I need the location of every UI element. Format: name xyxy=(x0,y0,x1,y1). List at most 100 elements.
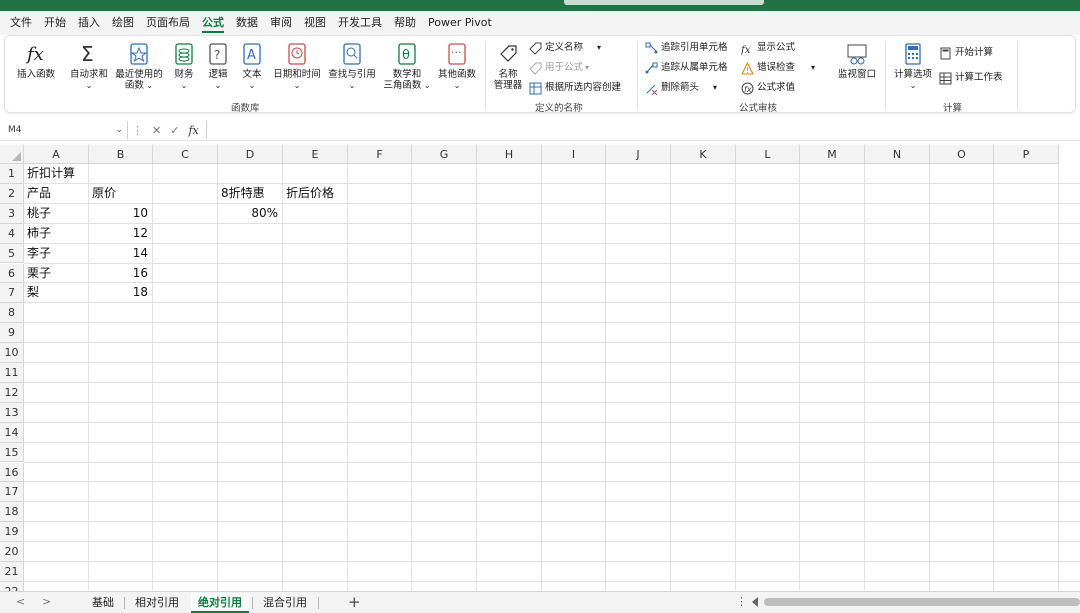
tab-developer[interactable]: 开发工具 xyxy=(338,11,382,35)
watch-window-button[interactable]: 监视窗口 xyxy=(833,42,881,80)
cell-a5[interactable]: 李子 xyxy=(27,244,51,263)
select-all-button[interactable] xyxy=(0,145,24,164)
trace-precedents-button[interactable]: 追踪引用单元格 xyxy=(645,41,728,55)
remove-arrows-button[interactable]: 删除箭头 ▾ xyxy=(645,81,717,95)
trace-dependents-button[interactable]: 追踪从属单元格 xyxy=(645,61,728,75)
sheet-tab-absolute[interactable]: 绝对引用 xyxy=(191,593,249,613)
show-formulas-button[interactable]: fx 显示公式 xyxy=(741,41,795,55)
tab-splitter-icon[interactable]: ⋮ xyxy=(736,595,747,608)
recently-used-button[interactable]: 最近使用的 函数 ⌄ xyxy=(113,42,165,91)
text-functions-button[interactable]: A 文本 ⌄ xyxy=(235,42,269,91)
cell-d3[interactable]: 80% xyxy=(221,204,278,223)
tab-home[interactable]: 开始 xyxy=(44,11,66,35)
name-manager-button[interactable]: 名称 管理器 xyxy=(489,42,527,91)
calculation-options-button[interactable]: 计算选项 ⌄ xyxy=(889,42,937,91)
insert-function-icon[interactable]: fx xyxy=(188,124,198,137)
tab-help[interactable]: 帮助 xyxy=(394,11,416,35)
row-header-17[interactable]: 17 xyxy=(0,482,24,503)
row-header-2[interactable]: 2 xyxy=(0,183,24,204)
cancel-icon[interactable]: ✕ xyxy=(152,124,161,137)
row-header-10[interactable]: 10 xyxy=(0,343,24,363)
create-from-selection-button[interactable]: 根据所选内容创建 xyxy=(529,81,621,95)
row-header-8[interactable]: 8 xyxy=(0,303,24,324)
autosum-button[interactable]: Σ 自动求和 ⌄ xyxy=(67,42,111,91)
tab-formulas[interactable]: 公式 xyxy=(202,11,224,35)
use-in-formula-button[interactable]: 用于公式 ▾ xyxy=(529,61,589,75)
row-header-4[interactable]: 4 xyxy=(0,223,24,244)
column-header-m[interactable]: M xyxy=(800,145,865,164)
row-header-13[interactable]: 13 xyxy=(0,402,24,423)
row-header-6[interactable]: 6 xyxy=(0,263,24,284)
horizontal-scrollbar[interactable] xyxy=(764,598,1080,606)
row-header-14[interactable]: 14 xyxy=(0,422,24,443)
column-header-c[interactable]: C xyxy=(153,145,218,164)
row-header-12[interactable]: 12 xyxy=(0,382,24,403)
column-header-f[interactable]: F xyxy=(348,145,412,164)
tab-review[interactable]: 审阅 xyxy=(270,11,292,35)
cell-a2[interactable]: 产品 xyxy=(27,184,51,203)
tab-page-layout[interactable]: 页面布局 xyxy=(146,11,190,35)
column-header-e[interactable]: E xyxy=(283,145,348,164)
prev-sheet-icon[interactable]: < xyxy=(16,595,25,608)
tab-data[interactable]: 数据 xyxy=(236,11,258,35)
next-sheet-icon[interactable]: > xyxy=(42,595,51,608)
scroll-left-icon[interactable] xyxy=(752,597,758,607)
math-trig-button[interactable]: θ 数学和 三角函数 ⌄ xyxy=(381,42,433,91)
column-header-p[interactable]: P xyxy=(994,145,1059,164)
row-header-22[interactable]: 22 xyxy=(0,581,24,591)
tab-insert[interactable]: 插入 xyxy=(78,11,100,35)
row-header-3[interactable]: 3 xyxy=(0,203,24,224)
sheet-tab-mixed[interactable]: 混合引用 xyxy=(256,593,314,613)
financial-button[interactable]: 财务 ⌄ xyxy=(167,42,201,91)
row-header-18[interactable]: 18 xyxy=(0,502,24,523)
column-header-l[interactable]: L xyxy=(736,145,800,164)
row-header-20[interactable]: 20 xyxy=(0,542,24,562)
cell-a3[interactable]: 桃子 xyxy=(27,204,51,223)
cell-b7[interactable]: 18 xyxy=(92,283,148,302)
row-header-11[interactable]: 11 xyxy=(0,363,24,383)
cell-a4[interactable]: 柿子 xyxy=(27,224,51,243)
worksheet-grid[interactable]: A B C D E F G H I J K L M N O P 1 2 3 4 5 6 7 8 9 10 11 12 13 14 15 16 1… xyxy=(0,145,1080,591)
column-header-i[interactable]: I xyxy=(542,145,606,164)
row-header-16[interactable]: 16 xyxy=(0,462,24,483)
cell-b4[interactable]: 12 xyxy=(92,224,148,243)
row-header-7[interactable]: 7 xyxy=(0,283,24,304)
evaluate-formula-button[interactable]: fx 公式求值 xyxy=(741,81,795,95)
column-header-d[interactable]: D xyxy=(218,145,283,164)
insert-function-button[interactable]: fx 插入函数 xyxy=(11,42,61,80)
cell-a1[interactable]: 折扣计算 xyxy=(27,164,75,183)
column-header-o[interactable]: O xyxy=(930,145,994,164)
define-name-button[interactable]: 定义名称 ▾ xyxy=(529,41,601,55)
cell-b2[interactable]: 原价 xyxy=(92,184,116,203)
row-header-5[interactable]: 5 xyxy=(0,243,24,264)
lookup-reference-button[interactable]: 查找与引用 ⌄ xyxy=(325,42,379,91)
more-functions-button[interactable]: ··· 其他函数 ⌄ xyxy=(435,42,479,91)
add-sheet-button[interactable]: + xyxy=(348,593,361,612)
tab-view[interactable]: 视图 xyxy=(304,11,326,35)
row-header-21[interactable]: 21 xyxy=(0,562,24,582)
column-header-j[interactable]: J xyxy=(606,145,671,164)
logical-button[interactable]: ? 逻辑 ⌄ xyxy=(201,42,235,91)
row-header-19[interactable]: 19 xyxy=(0,522,24,543)
more-options-icon[interactable]: ⋮ xyxy=(132,124,143,137)
tab-file[interactable]: 文件 xyxy=(10,11,32,35)
tab-power-pivot[interactable]: Power Pivot xyxy=(428,11,492,35)
tab-draw[interactable]: 绘图 xyxy=(112,11,134,35)
column-header-n[interactable]: N xyxy=(865,145,930,164)
error-checking-button[interactable]: ! 错误检查 ▾ xyxy=(741,61,815,75)
column-header-b[interactable]: B xyxy=(89,145,153,164)
cell-b5[interactable]: 14 xyxy=(92,244,148,263)
column-header-k[interactable]: K xyxy=(671,145,736,164)
row-header-1[interactable]: 1 xyxy=(0,164,24,184)
calculate-now-button[interactable]: 开始计算 xyxy=(939,46,993,60)
calculate-sheet-button[interactable]: 计算工作表 xyxy=(939,71,1003,85)
row-header-15[interactable]: 15 xyxy=(0,442,24,463)
chevron-down-icon[interactable]: ⌄ xyxy=(115,121,123,139)
sheet-tab-basics[interactable]: 基础 xyxy=(86,593,120,613)
cell-d2[interactable]: 8折特惠 xyxy=(221,184,265,203)
column-header-a[interactable]: A xyxy=(24,145,89,164)
column-header-h[interactable]: H xyxy=(477,145,542,164)
title-bar-handle[interactable] xyxy=(564,0,764,5)
cell-a7[interactable]: 梨 xyxy=(27,283,39,302)
cell-e2[interactable]: 折后价格 xyxy=(286,184,334,203)
